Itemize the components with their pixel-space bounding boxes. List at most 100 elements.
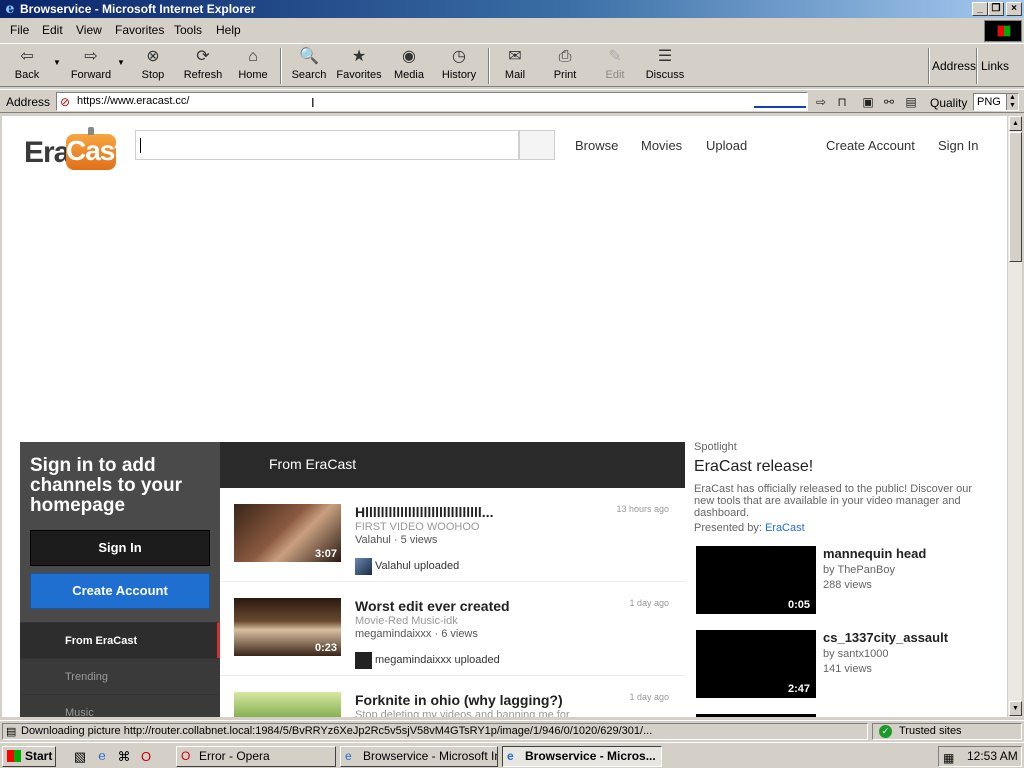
feed-item[interactable]: 0:23 Worst edit ever created Movie-Red M…	[220, 582, 685, 676]
video-thumbnail[interactable]	[234, 692, 341, 717]
quality-spinner[interactable]: ▲ ▼	[1006, 94, 1018, 110]
status-bar: ▤ Downloading picture http://router.coll…	[0, 720, 1024, 740]
quality-label: Quality	[930, 96, 968, 110]
search-submit-button[interactable]	[519, 130, 555, 160]
task-browservice-ie[interactable]: e Browservice - Microsoft Int...	[340, 746, 498, 767]
video-feed: 3:07 Hllllllllllllllllllllllllllllll... …	[220, 488, 685, 717]
toolbar-separator	[488, 48, 490, 84]
trusted-check-icon: ✓	[879, 725, 892, 738]
security-zone[interactable]: ✓ Trusted sites	[872, 723, 1022, 740]
window-title-bar[interactable]: e Browservice - Microsoft Internet Explo…	[0, 0, 1024, 18]
video-title[interactable]: mannequin head	[823, 546, 926, 561]
page-scrollbar[interactable]: ▲ ▼	[1007, 116, 1022, 717]
favorites-button[interactable]: ★ Favorites	[334, 47, 384, 87]
address-toggle[interactable]: Address	[932, 59, 976, 73]
scroll-down-icon[interactable]: ▼	[1009, 701, 1022, 716]
start-button[interactable]: Start	[2, 746, 56, 767]
spotlight-title[interactable]: EraCast release!	[694, 458, 813, 476]
windows-logo-icon	[984, 20, 1022, 42]
video-thumbnail[interactable]: 0:05	[696, 546, 816, 614]
network-icon[interactable]: ⌘	[116, 749, 132, 765]
forward-dropdown-icon[interactable]: ▼	[117, 58, 125, 67]
spotlight-video[interactable]: 0:05 mannequin head by ThePanBoy 288 vie…	[694, 546, 994, 616]
history-icon: ◷	[452, 48, 466, 65]
sign-in-link[interactable]: Sign In	[938, 138, 978, 153]
nav-browse[interactable]: Browse	[575, 138, 618, 153]
back-dropdown-icon[interactable]: ▼	[53, 58, 61, 67]
address-progress	[754, 106, 806, 108]
find-icon[interactable]: ⚯	[880, 94, 898, 110]
video-thumbnail[interactable]	[696, 714, 816, 717]
video-author[interactable]: by santx1000	[823, 648, 888, 660]
uploader-line[interactable]: Valahul uploaded	[355, 558, 459, 575]
menu-edit[interactable]: Edit	[42, 23, 63, 37]
nav-movies[interactable]: Movies	[641, 138, 682, 153]
video-title[interactable]: cs_1337city_assault	[823, 630, 948, 645]
clipboard-icon[interactable]: ▤	[902, 94, 920, 110]
task-opera-error[interactable]: O Error - Opera	[176, 746, 336, 767]
quality-select[interactable]: PNG ▲ ▼	[973, 93, 1019, 111]
sidebar-item-from-eracast[interactable]: From EraCast	[20, 622, 220, 658]
menu-file[interactable]: File	[10, 23, 29, 37]
opera-quicklaunch-icon[interactable]: O	[138, 749, 154, 765]
close-button[interactable]: ×	[1006, 2, 1022, 16]
sidebar-item-trending[interactable]: Trending	[20, 658, 220, 694]
feed-item[interactable]: Forknite in ohio (why lagging?) Stop del…	[220, 676, 685, 717]
address-bar: Address ⊘ https://www.eracast.cc/ I ⇨ ⊓ …	[0, 89, 1024, 113]
minimize-button[interactable]: _	[972, 2, 988, 16]
refresh-button[interactable]: ⟳ Refresh	[180, 47, 226, 87]
video-title[interactable]: Worst edit ever created	[355, 598, 585, 614]
clock[interactable]: 12:53 AM	[967, 749, 1018, 763]
ie-quicklaunch-icon[interactable]: e	[94, 749, 110, 765]
spotlight-video[interactable]: 2:47 cs_1337city_assault by santx1000 14…	[694, 630, 994, 700]
menu-help[interactable]: Help	[216, 23, 241, 37]
discuss-button[interactable]: ☰ Discuss	[642, 47, 688, 87]
page-loading-icon: ▤	[6, 726, 17, 738]
menu-tools[interactable]: Tools	[174, 23, 202, 37]
links-toggle[interactable]: Links	[981, 59, 1009, 73]
video-views: 141 views	[823, 663, 872, 675]
forward-arrow-icon: ⇨	[84, 48, 98, 65]
video-age: 1 day ago	[629, 692, 669, 702]
create-account-button[interactable]: Create Account	[30, 573, 210, 609]
task-browservice-active[interactable]: e Browservice - Micros...	[502, 746, 662, 767]
search-button[interactable]: 🔍 Search	[288, 47, 330, 87]
nav-upload[interactable]: Upload	[706, 138, 747, 153]
video-author[interactable]: by ThePanBoy	[823, 564, 895, 576]
video-title[interactable]: Forknite in ohio (why lagging?)	[355, 692, 585, 708]
desktop-icon[interactable]: ▧	[72, 749, 88, 765]
spotlight-video[interactable]	[694, 714, 994, 717]
search-input[interactable]	[135, 130, 519, 160]
edit-button[interactable]: ✎ Edit	[596, 47, 634, 87]
mail-button[interactable]: ✉ Mail	[496, 47, 534, 87]
sign-in-button[interactable]: Sign In	[30, 530, 210, 566]
video-thumbnail[interactable]: 3:07	[234, 504, 341, 562]
video-thumbnail[interactable]: 2:47	[696, 630, 816, 698]
history-button[interactable]: ◷ History	[438, 47, 480, 87]
bookmark-icon[interactable]: ⊓	[833, 94, 851, 110]
create-account-link[interactable]: Create Account	[826, 138, 915, 153]
network-tray-icon[interactable]: ▦	[943, 749, 954, 768]
scroll-thumb[interactable]	[1009, 132, 1022, 262]
media-button[interactable]: ◉ Media	[390, 47, 428, 87]
uploader-line[interactable]: megamindaixxx uploaded	[355, 652, 500, 669]
stop-button[interactable]: ⊗ Stop	[134, 47, 172, 87]
page-blocked-icon: ⊘	[60, 95, 71, 109]
feed-item[interactable]: 3:07 Hllllllllllllllllllllllllllllll... …	[220, 488, 685, 582]
sidebar-item-music[interactable]: Music	[20, 694, 220, 717]
eracast-logo[interactable]: Era Cast	[24, 126, 124, 172]
presenter-link[interactable]: EraCast	[765, 522, 805, 534]
forward-button[interactable]: ⇨ Forward	[66, 47, 116, 87]
view-icon[interactable]: ▣	[859, 94, 877, 110]
print-button[interactable]: ⎙ Print	[546, 47, 584, 87]
home-button[interactable]: ⌂ Home	[234, 47, 272, 87]
address-input[interactable]: ⊘ https://www.eracast.cc/ I	[56, 92, 808, 111]
video-thumbnail[interactable]: 0:23	[234, 598, 341, 656]
menu-favorites[interactable]: Favorites	[115, 23, 164, 37]
scroll-up-icon[interactable]: ▲	[1009, 116, 1022, 131]
menu-view[interactable]: View	[76, 23, 102, 37]
go-arrow-icon[interactable]: ⇨	[812, 94, 830, 110]
restore-button[interactable]: ❐	[988, 2, 1004, 16]
back-button[interactable]: ⇦ Back	[6, 47, 48, 87]
video-title[interactable]: Hllllllllllllllllllllllllllllll...	[355, 504, 585, 520]
